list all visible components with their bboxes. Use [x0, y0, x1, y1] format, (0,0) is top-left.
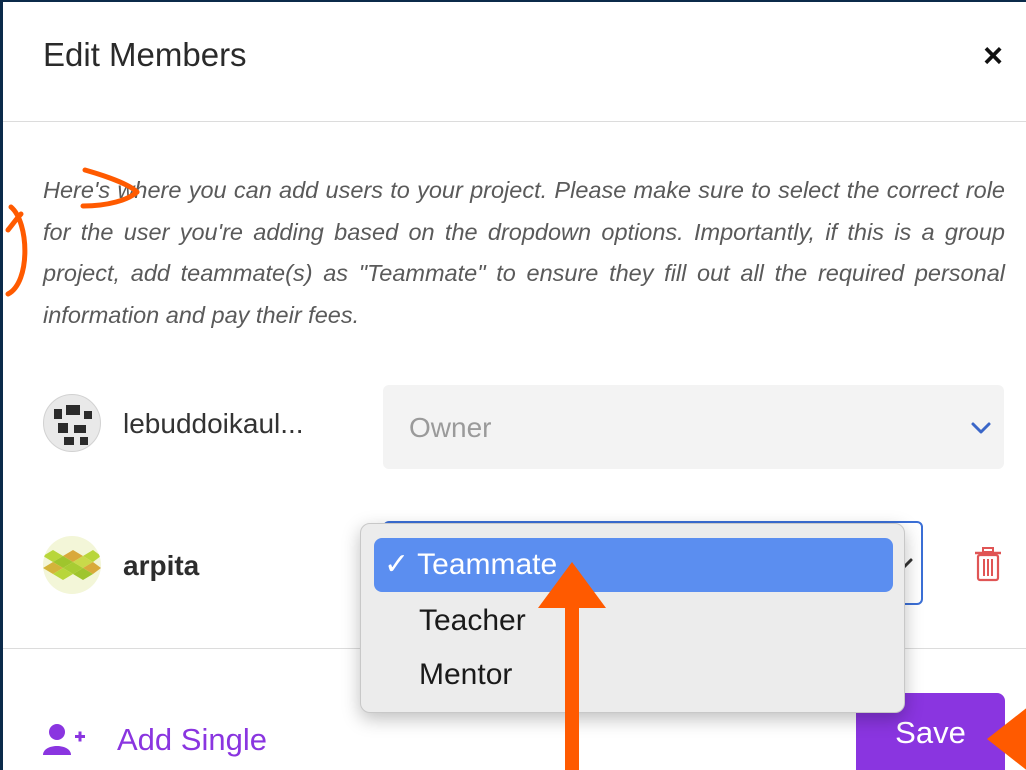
dialog-description: Here's where you can add users to your p…: [43, 177, 1005, 328]
add-user-icon: [43, 724, 85, 755]
close-icon: ×: [983, 37, 1003, 75]
dropdown-option-teammate[interactable]: ✓ Teammate: [374, 538, 893, 592]
close-button[interactable]: ×: [973, 38, 1013, 78]
add-single-label: Add Single: [117, 722, 267, 757]
role-dropdown-menu: ✓ Teammate Teacher Mentor: [360, 523, 905, 713]
trash-icon[interactable]: [973, 546, 1003, 582]
member-name: lebuddoikaul...: [123, 408, 304, 439]
edit-members-dialog: Edit Members × Here's where you can add …: [0, 0, 1026, 770]
avatar: [43, 394, 101, 452]
option-label: Mentor: [419, 658, 513, 691]
check-icon: ✓: [384, 548, 410, 581]
member-name: arpita: [123, 550, 200, 581]
add-single-button[interactable]: Add Single: [43, 720, 267, 760]
option-label: Teammate: [417, 548, 558, 581]
role-select-owner: Owner: [383, 385, 1004, 469]
dialog-title: Edit Members: [43, 36, 247, 73]
dropdown-option-teacher[interactable]: Teacher: [374, 594, 893, 648]
dropdown-option-mentor[interactable]: Mentor: [374, 648, 893, 702]
chevron-down-icon: [971, 422, 991, 434]
dialog-header: Edit Members ×: [3, 2, 1026, 122]
role-value: Owner: [409, 412, 492, 443]
option-label: Teacher: [419, 604, 526, 637]
avatar: [43, 536, 101, 594]
